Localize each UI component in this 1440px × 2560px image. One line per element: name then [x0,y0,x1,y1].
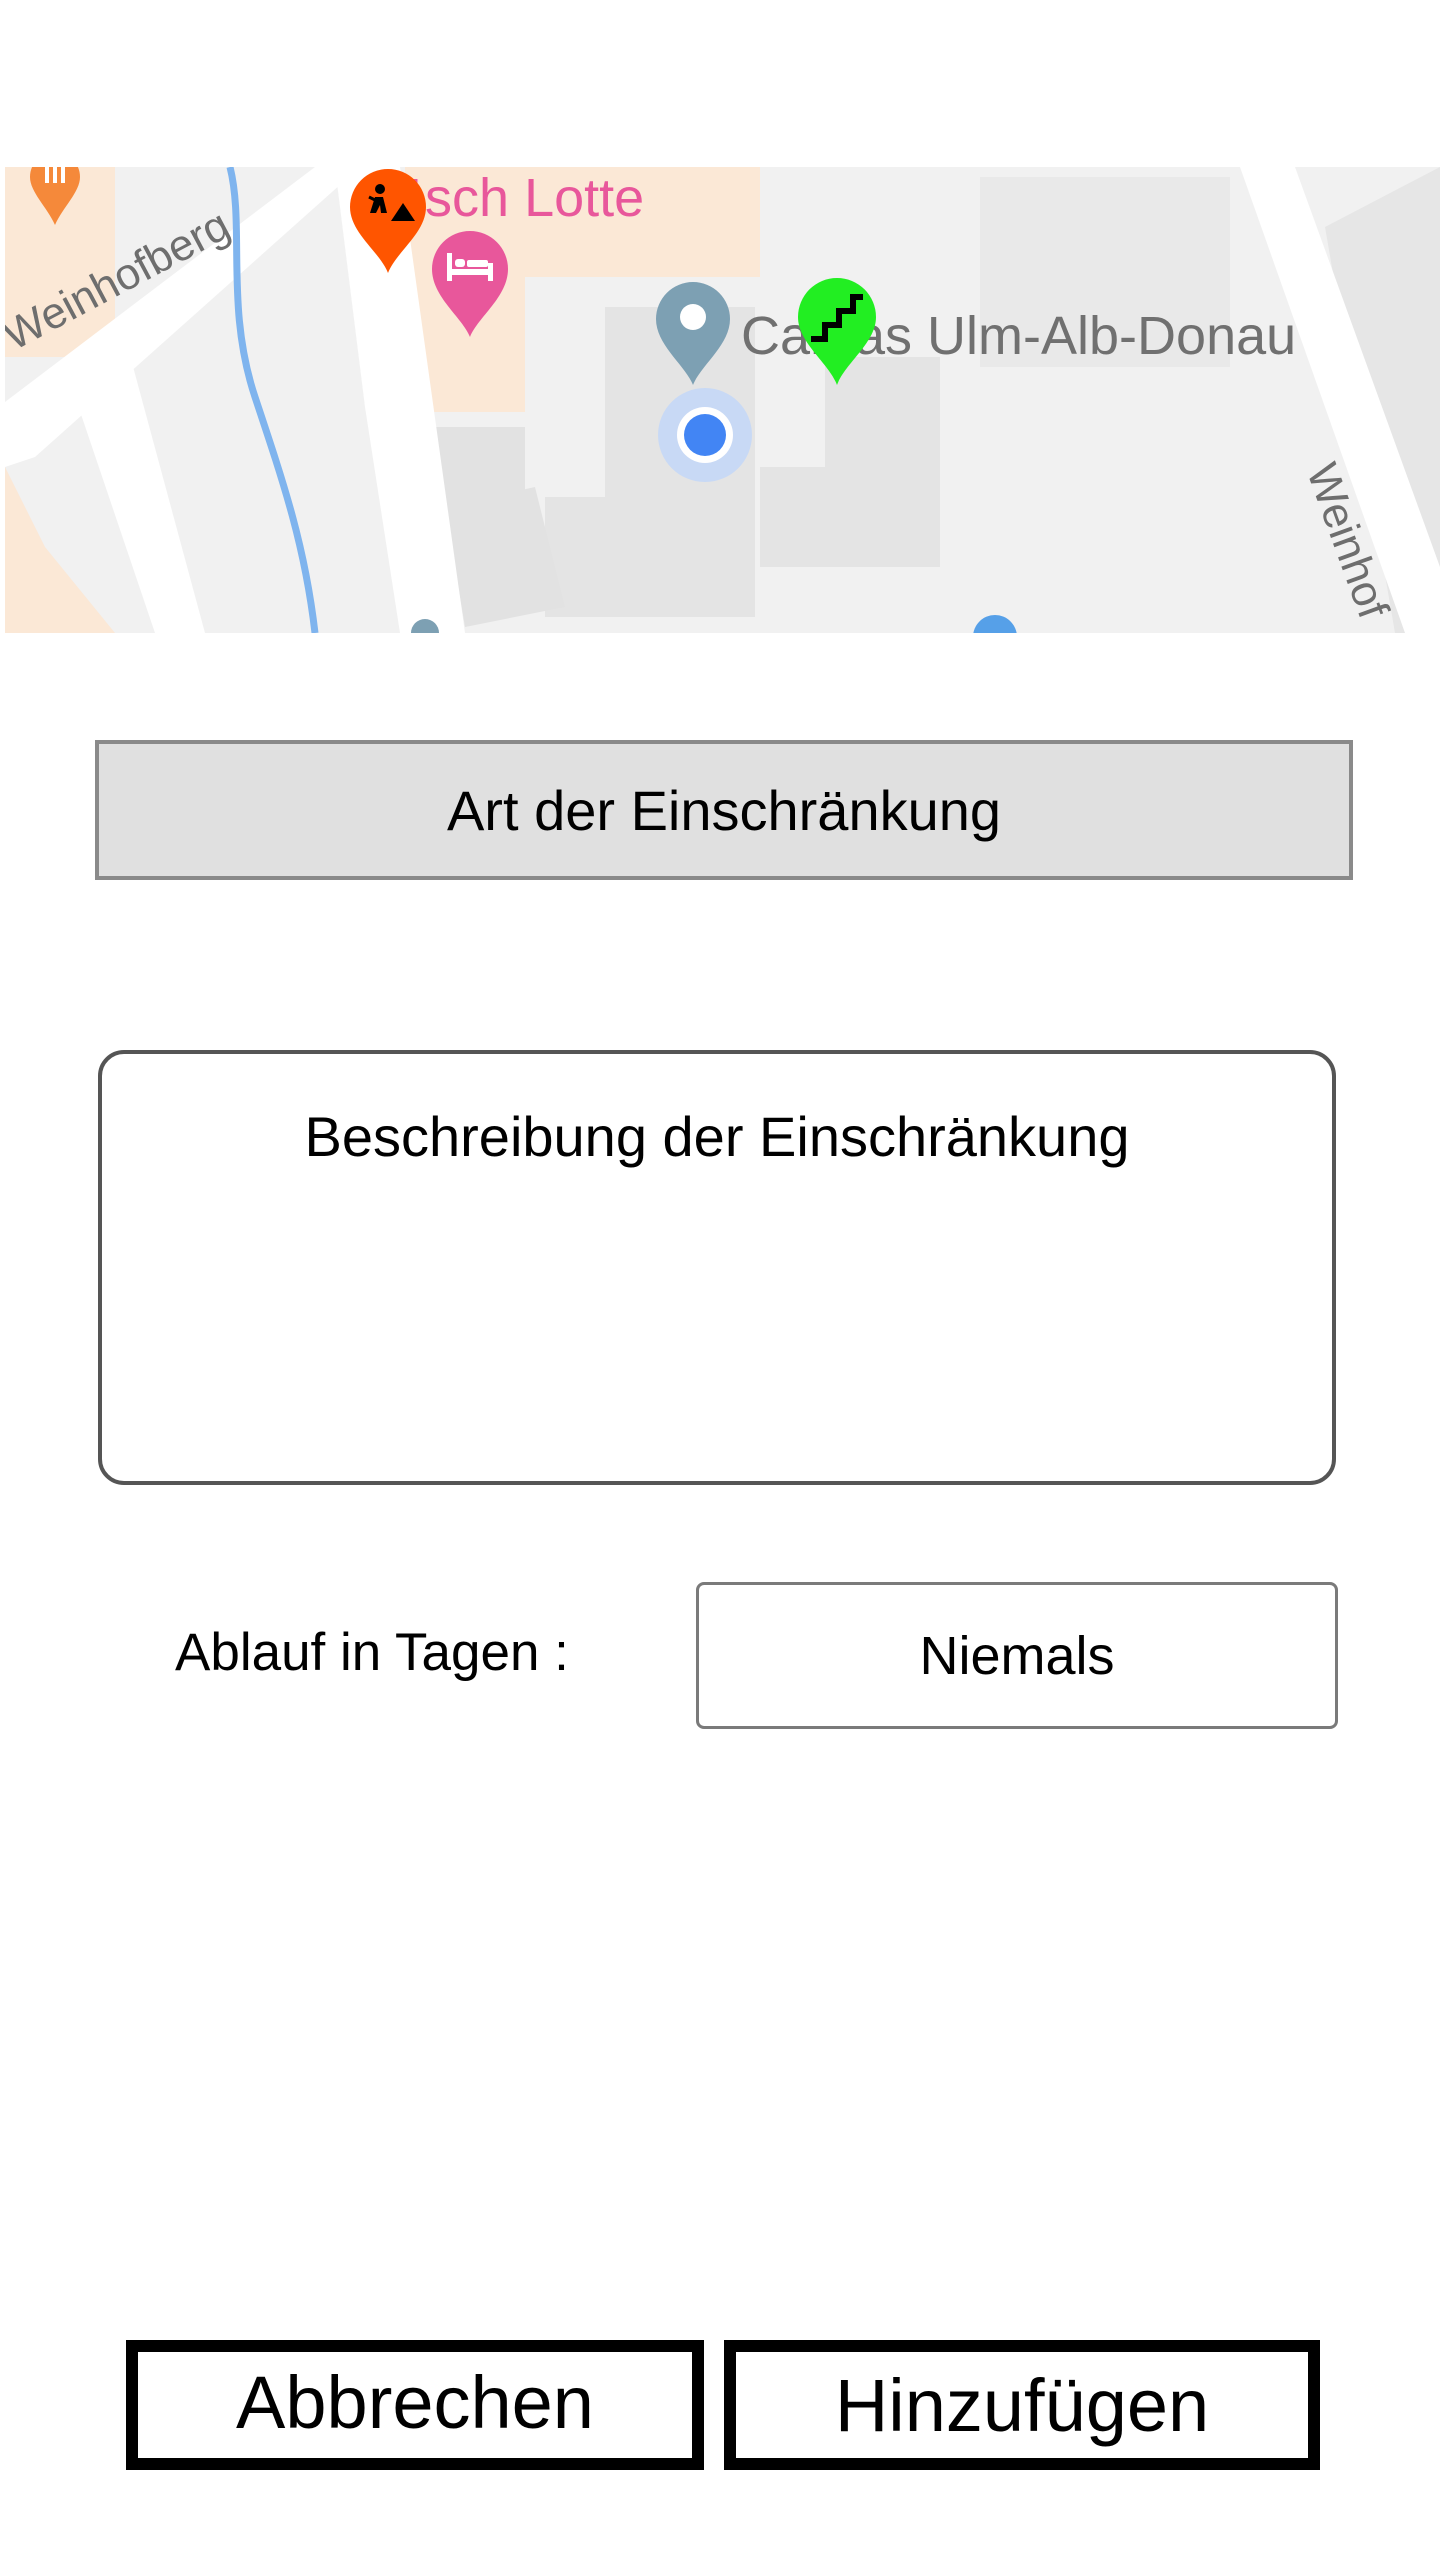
add-button[interactable]: Hinzufügen [724,2340,1320,2470]
map-pin-icon [656,282,730,385]
expiry-label: Ablauf in Tagen : [175,1623,569,1682]
description-placeholder: Beschreibung der Einschränkung [304,1105,1130,1168]
restaurant-marker[interactable] [25,167,85,227]
add-button-label: Hinzufügen [834,2363,1210,2447]
stairs-marker[interactable] [795,277,879,387]
restriction-type-label: Art der Einschränkung [446,778,1002,842]
restriction-type-dropdown[interactable]: Art der Einschränkung [95,740,1353,880]
fork-knife-icon [45,167,65,183]
cancel-button-label: Abbrechen [236,2361,594,2444]
location-dot-icon [658,388,752,482]
place-marker[interactable] [653,279,733,387]
description-field[interactable]: Beschreibung der Einschränkung [98,1050,1336,1485]
expiry-days-field[interactable]: Niemals [696,1582,1338,1729]
current-location[interactable] [655,385,755,485]
expiry-value: Niemals [919,1625,1115,1686]
cancel-button[interactable]: Abbrechen [126,2340,704,2470]
hotel-marker[interactable] [429,229,511,339]
map-view[interactable]: ösch Lotte Caritas Ulm-Alb-Donau Weinhof… [5,167,1440,633]
poi-name-label: ösch Lotte [395,168,645,228]
construction-marker[interactable] [347,167,429,275]
